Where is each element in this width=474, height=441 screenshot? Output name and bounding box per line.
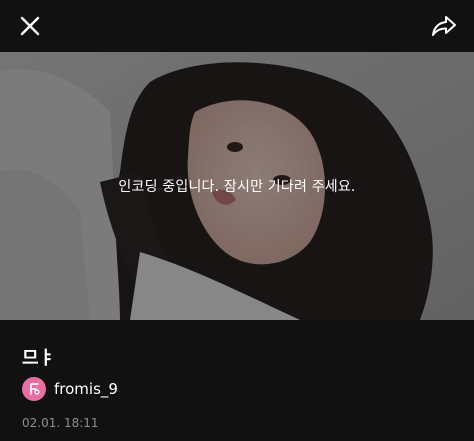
close-button[interactable] bbox=[12, 8, 48, 44]
close-icon bbox=[20, 16, 40, 36]
post-info: 므ㅑ fromis_9 02.01. 18:11 bbox=[0, 320, 474, 441]
author-link[interactable]: fromis_9 bbox=[22, 377, 118, 401]
share-button[interactable] bbox=[426, 8, 462, 44]
encoding-status-text: 인코딩 중입니다. 잠시만 기다려 주세요. bbox=[118, 179, 356, 195]
post-title: 므ㅑ bbox=[22, 348, 56, 369]
top-bar bbox=[0, 0, 474, 52]
avatar bbox=[22, 377, 46, 401]
author-name: fromis_9 bbox=[54, 380, 118, 398]
share-icon bbox=[432, 16, 456, 36]
video-player[interactable]: 인코딩 중입니다. 잠시만 기다려 주세요. bbox=[0, 52, 474, 320]
fromis-logo-icon bbox=[30, 383, 40, 395]
post-timestamp: 02.01. 18:11 bbox=[22, 416, 99, 430]
